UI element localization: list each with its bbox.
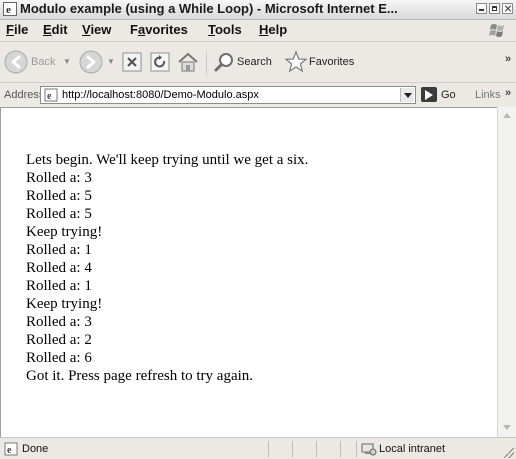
output-line: Rolled a: 4 <box>26 260 92 276</box>
forward-arrow-icon[interactable] <box>79 50 103 74</box>
favorites-star-icon[interactable] <box>284 50 308 74</box>
status-divider <box>292 441 293 457</box>
menu-bar: File Edit View Favorites Tools Help <box>0 20 516 42</box>
status-text: Done <box>22 443 49 455</box>
go-button[interactable]: Go <box>441 89 456 101</box>
toolbar-separator <box>206 51 207 75</box>
back-label[interactable]: Back <box>31 56 55 68</box>
output-line: Rolled a: 1 <box>26 278 92 294</box>
home-icon[interactable] <box>176 50 200 74</box>
intro-line: Lets begin. We'll keep trying until we g… <box>26 152 309 168</box>
address-url[interactable]: http://localhost:8080/Demo-Modulo.aspx <box>62 89 259 101</box>
local-intranet-icon <box>361 443 377 456</box>
vertical-scrollbar[interactable] <box>497 107 516 437</box>
search-button[interactable]: Search <box>237 56 272 68</box>
title-bar: e Modulo example (using a While Loop) - … <box>0 0 516 20</box>
output-line: Keep trying! <box>26 224 103 240</box>
svg-text:e: e <box>7 445 12 456</box>
search-magnifier-icon[interactable] <box>213 51 235 73</box>
address-dropdown-button[interactable] <box>400 88 414 102</box>
menu-tools[interactable]: Tools <box>208 22 242 37</box>
windows-flag-icon <box>489 24 504 37</box>
favorites-button[interactable]: Favorites <box>309 56 354 68</box>
go-arrow-icon[interactable] <box>421 87 437 102</box>
page-content: Lets begin. We'll keep trying until we g… <box>0 107 497 437</box>
links-toolbar[interactable]: Links <box>475 89 501 101</box>
address-input[interactable]: e http://localhost:8080/Demo-Modulo.aspx <box>40 86 416 104</box>
closing-line: Got it. Press page refresh to try again. <box>26 368 254 384</box>
output-line: Rolled a: 3 <box>26 170 92 186</box>
toolbar-overflow-chevron[interactable]: » <box>505 53 511 65</box>
page-icon: e <box>44 88 58 102</box>
standard-toolbar: Back ▼ ▼ Search Favorites » <box>0 42 516 83</box>
minimize-button[interactable] <box>476 3 487 14</box>
status-divider <box>316 441 317 457</box>
maximize-button[interactable] <box>489 3 500 14</box>
scroll-up-button[interactable] <box>500 109 514 123</box>
menu-view[interactable]: View <box>82 22 111 37</box>
window-title: Modulo example (using a While Loop) - Mi… <box>20 1 398 16</box>
output-line: Rolled a: 2 <box>26 332 92 348</box>
close-button[interactable] <box>502 3 513 14</box>
svg-text:e: e <box>47 91 52 102</box>
output-line: Rolled a: 1 <box>26 242 92 258</box>
forward-dropdown-arrow[interactable]: ▼ <box>107 57 115 66</box>
output-line: Rolled a: 3 <box>26 314 92 330</box>
output-line: Rolled a: 5 <box>26 188 92 204</box>
refresh-icon[interactable] <box>150 52 170 72</box>
back-dropdown-arrow[interactable]: ▼ <box>63 57 71 66</box>
status-divider <box>268 441 269 457</box>
output-line: Rolled a: 5 <box>26 206 92 222</box>
back-arrow-icon[interactable] <box>4 50 28 74</box>
svg-text:e: e <box>6 4 11 16</box>
security-zone: Local intranet <box>379 443 446 455</box>
stop-icon[interactable] <box>122 52 142 72</box>
status-divider <box>340 441 341 457</box>
page-done-icon: e <box>4 442 18 456</box>
status-divider <box>356 441 357 457</box>
internet-explorer-icon: e <box>3 2 17 16</box>
status-bar: e Done Local intranet <box>0 437 516 459</box>
links-overflow-chevron[interactable]: » <box>505 87 511 99</box>
output-line: Keep trying! <box>26 296 103 312</box>
address-label: Address <box>4 89 45 101</box>
menu-favorites[interactable]: Favorites <box>130 22 188 37</box>
resize-grip[interactable] <box>504 448 514 458</box>
scroll-down-button[interactable] <box>500 421 514 435</box>
output-line: Rolled a: 6 <box>26 350 92 366</box>
browser-window: e Modulo example (using a While Loop) - … <box>0 0 516 459</box>
menu-file[interactable]: File <box>6 22 28 37</box>
address-bar: Address e http://localhost:8080/Demo-Mod… <box>0 84 516 106</box>
menu-help[interactable]: Help <box>259 22 287 37</box>
menu-edit[interactable]: Edit <box>43 22 68 37</box>
